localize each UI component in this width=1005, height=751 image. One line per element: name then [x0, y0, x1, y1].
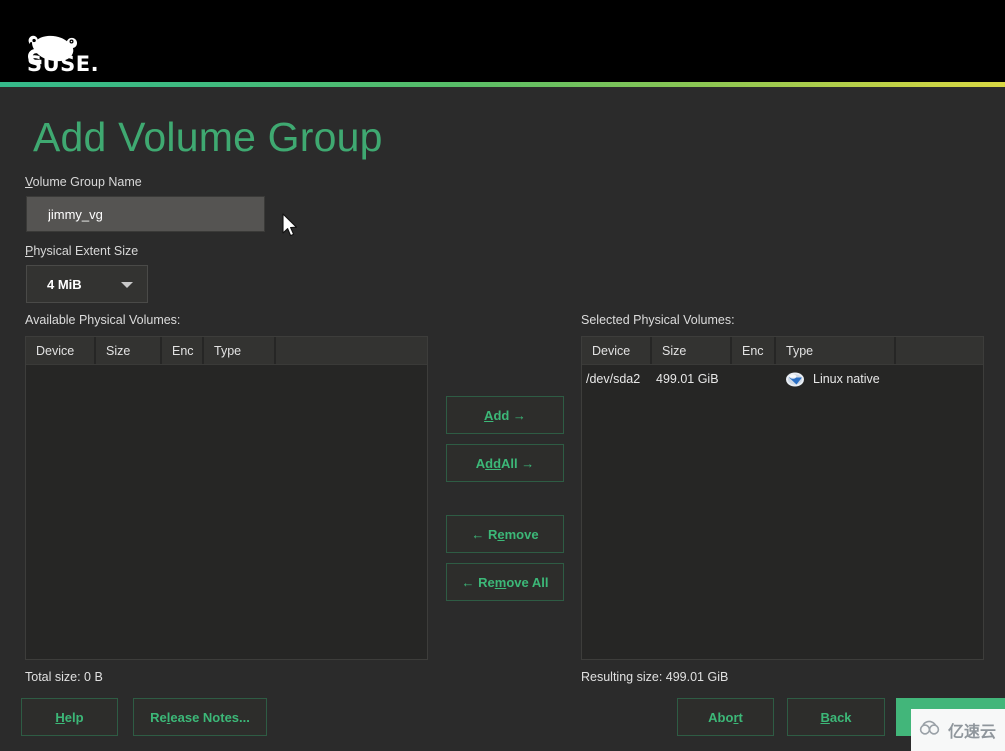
table-row[interactable]: /dev/sda2 499.01 GiB Linux native	[582, 366, 983, 392]
remove-button-pre: ← R	[471, 526, 498, 542]
extent-size-value: 4 MiB	[47, 277, 82, 292]
selected-table-header: Device Size Enc Type	[582, 337, 983, 365]
back-button[interactable]: Back	[787, 698, 885, 736]
vg-name-label-accel: V	[25, 175, 33, 189]
vg-name-label-text: olume Group Name	[32, 175, 142, 189]
column-header-filler	[276, 337, 427, 364]
extent-size-label-text: hysical Extent Size	[33, 244, 139, 258]
chevron-down-icon	[121, 282, 133, 288]
abort-button-pre: Abo	[708, 709, 734, 725]
abort-button[interactable]: Abo r t	[677, 698, 774, 736]
column-header-size[interactable]: Size	[652, 337, 732, 364]
page-title: Add Volume Group	[33, 114, 383, 160]
column-header-device[interactable]: Device	[582, 337, 652, 364]
abort-button-post: t	[738, 709, 743, 725]
column-header-device[interactable]: Device	[26, 337, 96, 364]
column-header-size[interactable]: Size	[96, 337, 162, 364]
back-button-post: ack	[829, 709, 852, 725]
suse-chameleon-logo: SUSE.	[18, 22, 128, 76]
partition-disk-icon	[786, 372, 805, 387]
cell-type-label: Linux native	[813, 372, 880, 386]
add-button[interactable]: Add →	[446, 396, 564, 434]
column-header-enc[interactable]: Enc	[732, 337, 776, 364]
cloud-logo-icon	[918, 719, 944, 742]
column-header-type[interactable]: Type	[776, 337, 896, 364]
main-content: Add Volume Group Volume Group Name Physi…	[0, 87, 1005, 751]
remove-all-button-post: ove All	[506, 574, 549, 590]
vg-name-label: Volume Group Name	[25, 175, 142, 189]
remove-all-button[interactable]: ← Re m ove All	[446, 563, 564, 601]
column-header-type[interactable]: Type	[204, 337, 276, 364]
column-header-enc[interactable]: Enc	[162, 337, 204, 364]
add-all-button-accel: dd	[485, 455, 502, 471]
add-all-button[interactable]: Add All →	[446, 444, 564, 482]
vg-name-input[interactable]	[26, 196, 265, 232]
available-table-header: Device Size Enc Type	[26, 337, 427, 365]
cell-size: 499.01 GiB	[656, 372, 719, 386]
remove-button-accel: e	[497, 526, 505, 542]
add-button-post: dd →	[493, 407, 526, 423]
available-volumes-caption: Available Physical Volumes:	[25, 313, 181, 327]
back-button-accel: B	[820, 709, 830, 725]
selected-resulting-size: Resulting size: 499.01 GiB	[581, 670, 729, 684]
extent-size-dropdown[interactable]: 4 MiB	[26, 265, 148, 303]
remove-all-button-pre: ← Re	[461, 574, 495, 590]
add-button-accel: A	[484, 407, 494, 423]
remove-all-button-accel: m	[494, 574, 507, 590]
available-volumes-table[interactable]: Device Size Enc Type	[25, 336, 428, 660]
cell-device: /dev/sda2	[586, 372, 641, 386]
add-all-button-post: All →	[501, 455, 535, 471]
svg-text:SUSE.: SUSE.	[27, 52, 99, 72]
cell-type: Linux native	[782, 372, 932, 387]
remove-button[interactable]: ← Re move	[446, 515, 564, 553]
column-header-filler	[896, 337, 983, 364]
help-button[interactable]: Help	[21, 698, 118, 736]
available-total-size: Total size: 0 B	[25, 670, 103, 684]
remove-button-post: move	[504, 526, 539, 542]
extent-size-label: Physical Extent Size	[25, 244, 138, 258]
watermark-text: 亿速云	[948, 722, 997, 741]
help-button-post: elp	[64, 709, 84, 725]
release-notes-button[interactable]: Re l ease Notes...	[133, 698, 267, 736]
watermark-overlay: 亿速云	[911, 709, 1005, 751]
header-bar: SUSE.	[0, 0, 1005, 82]
release-notes-button-pre: Re	[150, 709, 167, 725]
selected-volumes-caption: Selected Physical Volumes:	[581, 313, 735, 327]
add-all-button-pre: A	[475, 455, 486, 471]
selected-volumes-table[interactable]: Device Size Enc Type /dev/sda2 499.01 Gi…	[581, 336, 984, 660]
installer-window: SUSE. Add Volume Group Volume Group Name…	[0, 0, 1005, 751]
release-notes-button-post: ease Notes...	[170, 709, 250, 725]
help-button-accel: H	[55, 709, 65, 725]
